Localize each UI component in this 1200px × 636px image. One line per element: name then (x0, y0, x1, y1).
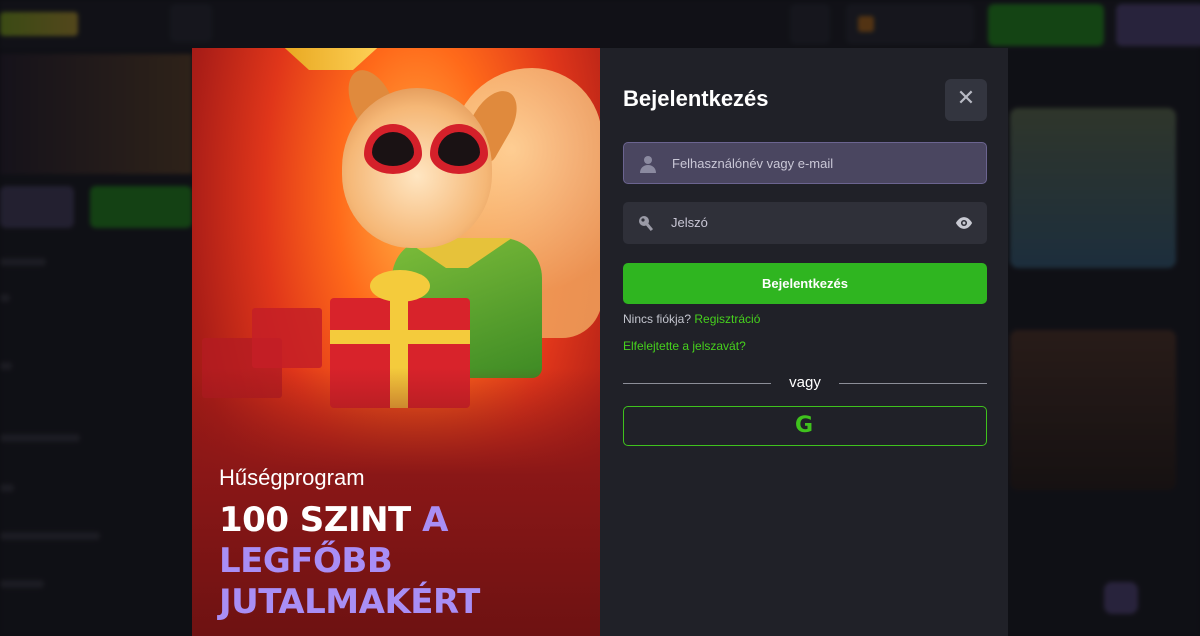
login-submit-button[interactable]: Bejelentkezés (623, 263, 987, 304)
divider-line (839, 383, 987, 384)
close-icon: ✕ (956, 86, 976, 111)
username-field[interactable] (623, 142, 987, 184)
gift-ribbon (330, 330, 470, 344)
forgot-password-link[interactable]: Elfelejtette a jelszavát? (623, 339, 746, 353)
or-divider: vagy (623, 374, 987, 392)
login-title: Bejelentkezés (623, 86, 769, 111)
username-input[interactable] (672, 143, 952, 183)
login-modal: Hűségprogram 100 SZINT A LEGFŐBB JUTALMA… (192, 48, 1008, 636)
promo-subtitle: Hűségprogram (219, 465, 365, 490)
promo-title-white: 100 SZINT (219, 500, 423, 540)
google-icon: G (795, 413, 814, 438)
login-form: Bejelentkezés ✕ Bejelentkezés (600, 48, 1008, 636)
promo-panel: Hűségprogram 100 SZINT A LEGFŐBB JUTALMA… (192, 48, 600, 636)
promo-title-purple: JUTALMAKÉRT (219, 582, 480, 622)
google-login-button[interactable]: G (623, 406, 987, 446)
key-icon (639, 216, 654, 232)
user-icon (640, 156, 656, 173)
gem-decoration (276, 48, 386, 70)
promo-title-purple: LEGFŐBB (219, 541, 393, 581)
promo-title: 100 SZINT A LEGFŐBB JUTALMAKÉRT (219, 500, 579, 623)
eye-icon[interactable] (955, 214, 973, 232)
close-button[interactable]: ✕ (945, 79, 987, 121)
password-input[interactable] (671, 202, 951, 242)
password-field[interactable] (623, 202, 987, 244)
gift-bow (370, 270, 430, 302)
register-link[interactable]: Regisztráció (694, 312, 760, 326)
no-account-row: Nincs fiókja? Regisztráció (623, 312, 760, 326)
promo-title-purple: A (422, 500, 448, 540)
no-account-text: Nincs fiókja? (623, 312, 692, 326)
gift-box (252, 308, 322, 368)
